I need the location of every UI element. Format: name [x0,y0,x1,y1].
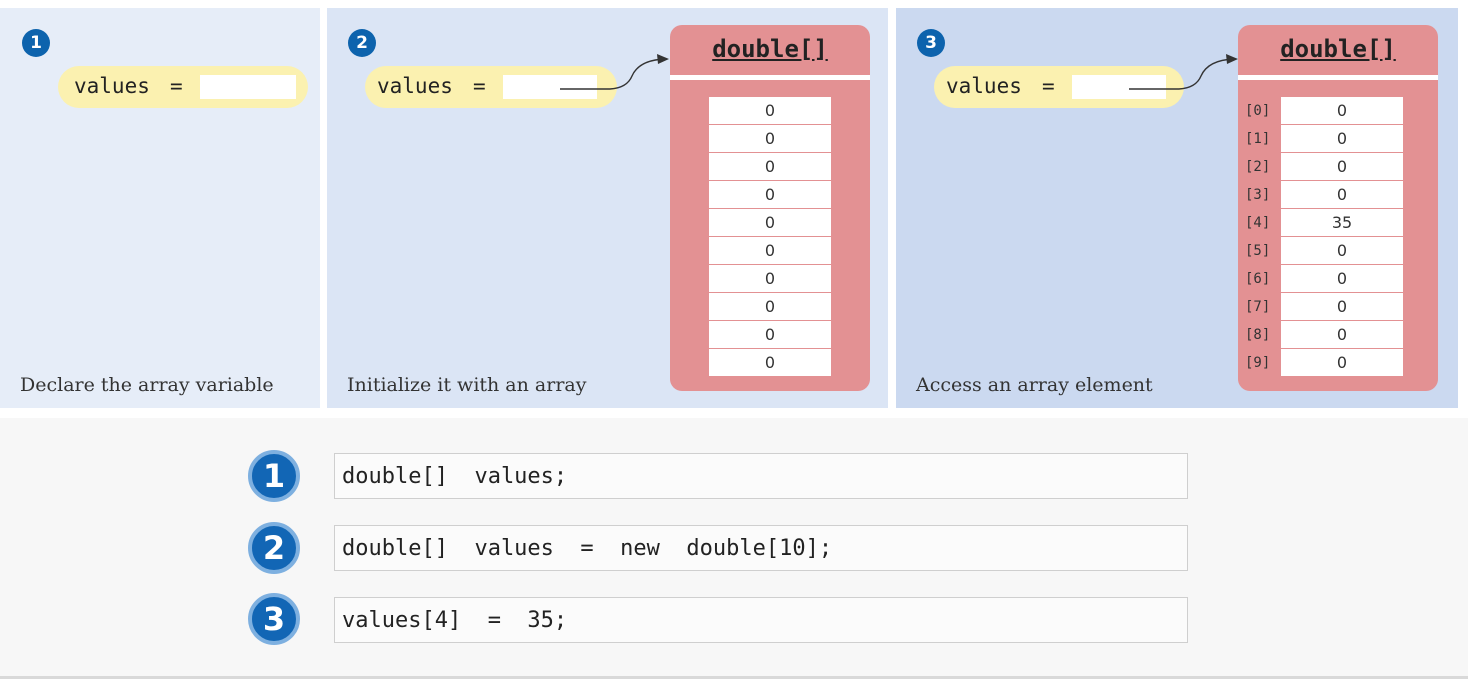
array-cell: 0 [1281,321,1403,349]
step-badge-1: 1 [22,29,50,57]
array-cell: 0 [709,349,831,377]
array-header-divider [1238,75,1438,80]
variable-pill: values = [58,66,308,108]
array-cell: 0 [709,321,831,349]
array-index: [1] [1245,131,1271,147]
panel-initialize: 2 values = double[] 0 0 0 0 0 0 0 0 0 0 [327,8,888,408]
code-step-badge-3: 3 [248,593,300,645]
array-header-divider [670,75,870,80]
divider [0,676,1468,679]
array-cell: 0 [709,237,831,265]
array-cell: 0 [1281,125,1403,153]
code-step-badge-2: 2 [248,522,300,574]
array-cell: 0 [1281,181,1403,209]
equals-sign: = [170,74,183,98]
array-cell: 0 [709,293,831,321]
code-line-1: double[] values; [334,453,1188,499]
array-cell: 0 [1281,349,1403,377]
array-index: [5] [1245,243,1271,259]
panel-declare: 1 values = Declare the array variable [0,8,320,408]
array-cell: 0 [709,209,831,237]
array-index: [0] [1245,103,1271,119]
array-object: double[] 0 0 0 0 0 0 0 0 0 0 [670,25,870,391]
array-index: [6] [1245,271,1271,287]
array-cell: 0 [709,153,831,181]
array-cells: 0 0 0 0 0 0 0 0 0 0 [709,97,831,377]
array-cell: 35 [1281,209,1403,237]
caption: Initialize it with an array [347,374,587,396]
array-index: [2] [1245,159,1271,175]
array-cell: 0 [1281,153,1403,181]
array-index: [3] [1245,187,1271,203]
array-cell: 0 [709,265,831,293]
caption: Access an array element [916,374,1153,396]
code-line-3: values[4] = 35; [334,597,1188,643]
diagram-area: 1 values = Declare the array variable 2 … [0,0,1468,415]
array-cells: 0 0 0 0 35 0 0 0 0 0 [1281,97,1403,377]
array-cell: 0 [709,97,831,125]
code-line-2: double[] values = new double[10]; [334,525,1188,571]
array-cell: 0 [1281,293,1403,321]
array-index: [4] [1245,215,1271,231]
panel-access: 3 values = double[] [0] [1] [2] [3] [4] … [896,8,1458,408]
variable-name: values [74,74,150,98]
array-cell: 0 [1281,265,1403,293]
array-cell: 0 [1281,97,1403,125]
array-index: [9] [1245,355,1271,371]
array-indices: [0] [1] [2] [3] [4] [5] [6] [7] [8] [9] [1245,97,1281,377]
array-cell: 0 [709,181,831,209]
array-index: [7] [1245,299,1271,315]
array-cell: 0 [709,125,831,153]
array-type-label: double[] [1280,35,1396,63]
array-cell: 0 [1281,237,1403,265]
variable-value-box [200,75,296,99]
caption: Declare the array variable [20,374,274,396]
array-index: [8] [1245,327,1271,343]
code-step-badge-1: 1 [248,450,300,502]
array-object: double[] [0] [1] [2] [3] [4] [5] [6] [7]… [1238,25,1438,391]
array-type-label: double[] [712,35,828,63]
